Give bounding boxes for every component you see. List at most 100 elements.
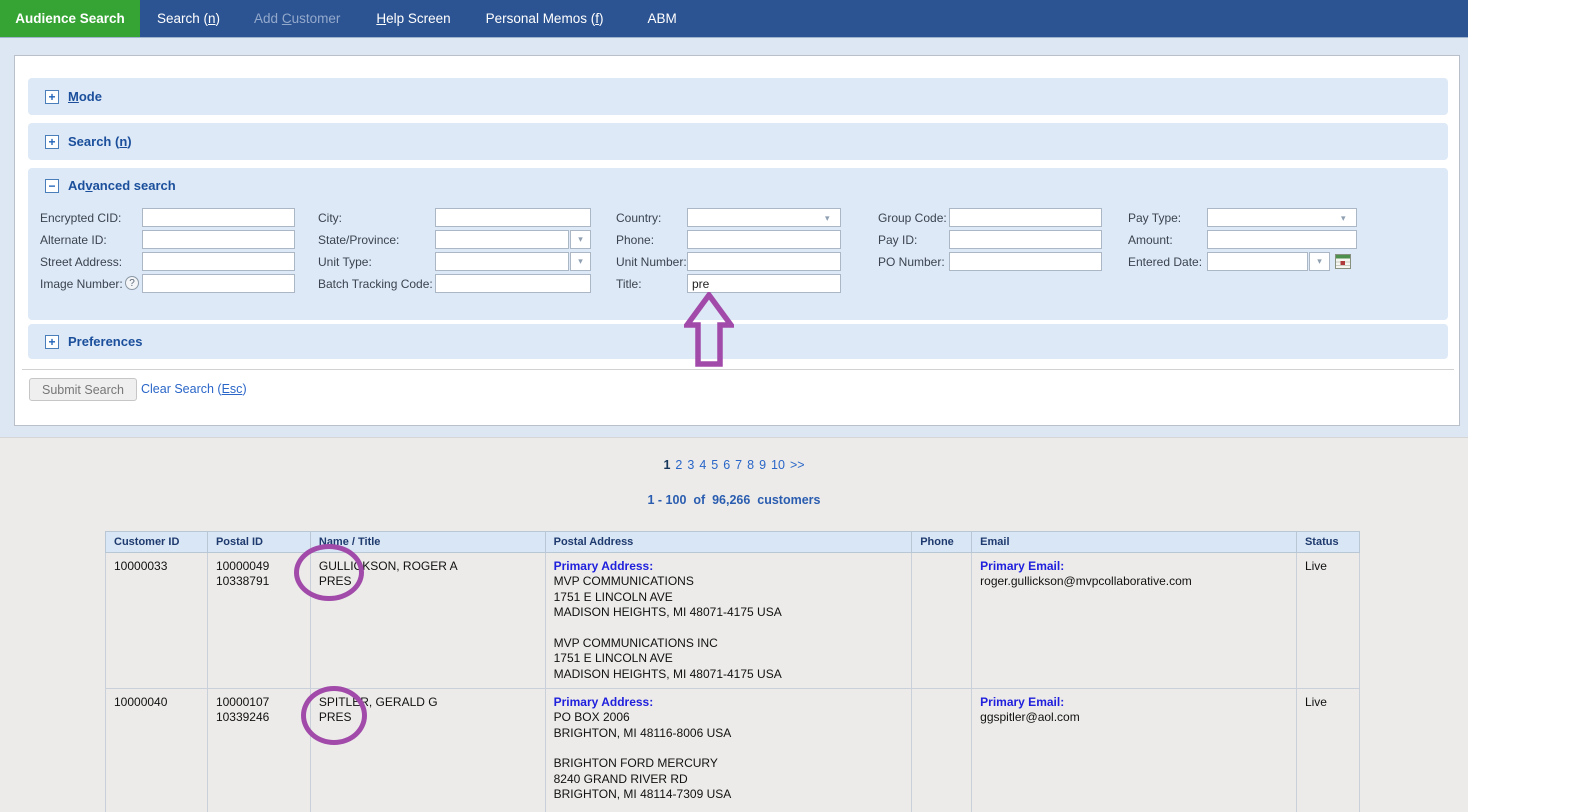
page-link-8[interactable]: 8: [747, 458, 754, 472]
unit-type-label: Unit Type:: [318, 255, 372, 269]
panel-preferences-title[interactable]: Preferences: [68, 334, 142, 349]
customer-title: PRES: [319, 710, 537, 725]
tab-audience-search[interactable]: Audience Search: [0, 0, 140, 37]
page-link-10[interactable]: 10: [771, 458, 785, 472]
panel-mode: + Mode: [28, 78, 1448, 115]
entered-date-dropdown-icon[interactable]: ▾: [1309, 252, 1330, 271]
customer-name: GULLICKSON, ROGER A: [319, 559, 537, 574]
results-summary: 1 - 100 of 96,266 customers: [0, 493, 1468, 507]
table-row: 10000033 10000049 10338791 GULLICKSON, R…: [106, 553, 1360, 689]
city-input[interactable]: [435, 208, 591, 227]
expand-icon[interactable]: +: [45, 135, 59, 149]
address-lines: PO BOX 2006 BRIGHTON, MI 48116-8006 USA …: [554, 710, 904, 802]
page-link-3[interactable]: 3: [687, 458, 694, 472]
page-link-9[interactable]: 9: [759, 458, 766, 472]
amount-input[interactable]: [1207, 230, 1357, 249]
batch-tracking-code-label: Batch Tracking Code:: [318, 277, 433, 291]
name-title-cell: SPITLER, GERALD G PRES: [310, 689, 545, 812]
postal-address-cell: Primary Address: PO BOX 2006 BRIGHTON, M…: [545, 689, 912, 812]
table-row: 10000040 10000107 10339246 SPITLER, GERA…: [106, 689, 1360, 812]
pay-type-select[interactable]: [1207, 208, 1357, 227]
title-input[interactable]: [687, 274, 841, 293]
image-number-label: Image Number:: [40, 277, 123, 291]
app-window: Audience Search Search (n) Add Customer …: [0, 0, 1579, 812]
results-table: Customer ID Postal ID Name / Title Posta…: [105, 531, 1360, 812]
page-link-4[interactable]: 4: [699, 458, 706, 472]
tab-abm[interactable]: ABM: [645, 0, 678, 37]
tab-personal-memos[interactable]: Personal Memos (f): [484, 0, 606, 37]
page-next-link[interactable]: >>: [790, 458, 805, 472]
status-cell: Live: [1296, 553, 1359, 689]
customer-id-cell: 10000033: [106, 553, 208, 689]
divider: [22, 369, 1454, 370]
pagination: 123456789 10 >>: [0, 458, 1468, 472]
customer-name: SPITLER, GERALD G: [319, 695, 537, 710]
col-postal-id: Postal ID: [207, 532, 310, 553]
page-current: 1: [663, 458, 670, 472]
state-province-dropdown-icon[interactable]: ▾: [570, 230, 591, 249]
clear-search-link[interactable]: Clear Search (Esc): [141, 382, 247, 396]
phone-input[interactable]: [687, 230, 841, 249]
country-select[interactable]: [687, 208, 841, 227]
col-phone: Phone: [912, 532, 972, 553]
street-address-input[interactable]: [142, 252, 295, 271]
group-code-input[interactable]: [949, 208, 1102, 227]
postal-id-cell: 10000049 10338791: [207, 553, 310, 689]
col-customer-id: Customer ID: [106, 532, 208, 553]
email-cell: Primary Email: roger.gullickson@mvpcolla…: [972, 553, 1297, 689]
customer-id-cell: 10000040: [106, 689, 208, 812]
status-cell: Live: [1296, 689, 1359, 812]
phone-label: Phone:: [616, 233, 654, 247]
name-title-cell: GULLICKSON, ROGER A PRES: [310, 553, 545, 689]
email-address: ggspitler@aol.com: [980, 710, 1288, 725]
state-province-label: State/Province:: [318, 233, 399, 247]
batch-tracking-code-input[interactable]: [435, 274, 591, 293]
country-label: Country:: [616, 211, 661, 225]
calendar-icon[interactable]: [1335, 254, 1351, 274]
collapse-icon[interactable]: −: [45, 179, 59, 193]
tab-search[interactable]: Search (n): [155, 0, 222, 37]
po-number-label: PO Number:: [878, 255, 945, 269]
tab-add-customer[interactable]: Add Customer: [252, 0, 342, 37]
primary-address-label: Primary Address:: [554, 559, 904, 574]
primary-address-label: Primary Address:: [554, 695, 904, 710]
street-address-label: Street Address:: [40, 255, 122, 269]
primary-email-label: Primary Email:: [980, 559, 1288, 574]
panel-mode-title[interactable]: Mode: [68, 89, 102, 104]
page-link-7[interactable]: 7: [735, 458, 742, 472]
alternate-id-input[interactable]: [142, 230, 295, 249]
postal-id-cell: 10000107 10339246: [207, 689, 310, 812]
title-label: Title:: [616, 277, 642, 291]
tab-help-screen[interactable]: Help Screen: [374, 0, 452, 37]
alternate-id-label: Alternate ID:: [40, 233, 107, 247]
primary-email-label: Primary Email:: [980, 695, 1288, 710]
panel-advanced-search: − Advanced search Encrypted CID: Alterna…: [28, 168, 1448, 320]
unit-type-dropdown-icon[interactable]: ▾: [570, 252, 591, 271]
panel-search-title[interactable]: Search (n): [68, 134, 132, 149]
panel-search: + Search (n): [28, 123, 1448, 160]
postal-address-cell: Primary Address: MVP COMMUNICATIONS 1751…: [545, 553, 912, 689]
unit-type-input[interactable]: [435, 252, 569, 271]
customer-title: PRES: [319, 574, 537, 589]
expand-icon[interactable]: +: [45, 335, 59, 349]
email-address: roger.gullickson@mvpcollaborative.com: [980, 574, 1288, 589]
image-number-input[interactable]: [142, 274, 295, 293]
col-status: Status: [1296, 532, 1359, 553]
unit-number-input[interactable]: [687, 252, 841, 271]
search-form-panel: + Mode + Search (n) − Advanced search En…: [14, 55, 1460, 426]
entered-date-input[interactable]: [1207, 252, 1308, 271]
po-number-input[interactable]: [949, 252, 1102, 271]
city-label: City:: [318, 211, 342, 225]
encrypted-cid-input[interactable]: [142, 208, 295, 227]
pay-id-input[interactable]: [949, 230, 1102, 249]
group-code-label: Group Code:: [878, 211, 947, 225]
page-link-2[interactable]: 2: [675, 458, 682, 472]
expand-icon[interactable]: +: [45, 90, 59, 104]
state-province-input[interactable]: [435, 230, 569, 249]
page-link-5[interactable]: 5: [711, 458, 718, 472]
phone-cell: [912, 553, 972, 689]
submit-search-button[interactable]: Submit Search: [29, 378, 137, 401]
help-icon[interactable]: ?: [125, 276, 139, 290]
panel-advanced-title[interactable]: Advanced search: [68, 178, 176, 193]
page-link-6[interactable]: 6: [723, 458, 730, 472]
